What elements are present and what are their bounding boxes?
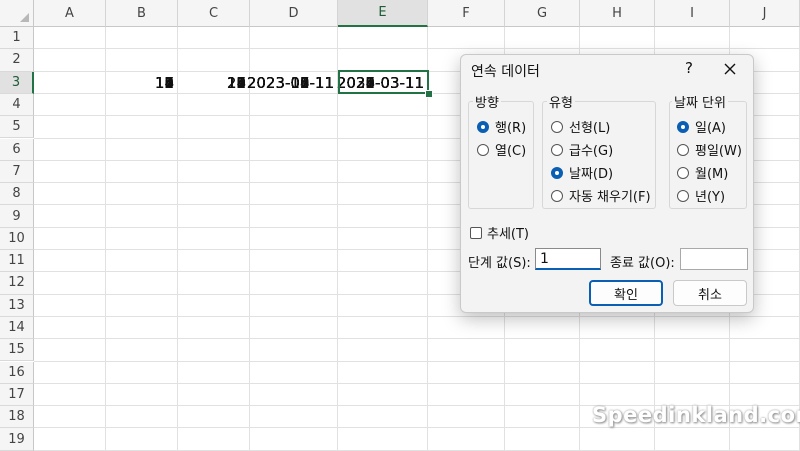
cancel-button[interactable]: 취소 bbox=[673, 280, 747, 306]
fill-handle[interactable] bbox=[425, 90, 433, 98]
close-button[interactable] bbox=[719, 58, 741, 80]
unit-option-year-label: 년(Y) bbox=[695, 190, 726, 205]
row-header-10[interactable]: 10 bbox=[0, 227, 34, 250]
stop-value-input[interactable] bbox=[680, 248, 748, 270]
column-header-a[interactable]: A bbox=[34, 0, 106, 27]
row-header-17[interactable]: 17 bbox=[0, 383, 34, 407]
radio-year[interactable] bbox=[677, 189, 689, 202]
row-header-2[interactable]: 2 bbox=[0, 49, 34, 72]
direction-option-row-label: 행(R) bbox=[495, 121, 527, 136]
active-cell-border[interactable] bbox=[338, 70, 429, 94]
date-unit-group-label: 날짜 단위 bbox=[672, 92, 728, 111]
unit-option-month-label: 월(M) bbox=[695, 167, 729, 182]
trend-checkbox[interactable] bbox=[470, 226, 482, 239]
column-header-e[interactable]: E bbox=[338, 0, 428, 27]
select-all-triangle-icon bbox=[20, 13, 29, 22]
row-header-1[interactable]: 1 bbox=[0, 27, 34, 50]
grid-hline bbox=[34, 48, 800, 50]
row-header-5[interactable]: 5 bbox=[0, 116, 34, 139]
type-option-growth-label: 급수(G) bbox=[569, 144, 614, 159]
grid-hline bbox=[34, 315, 800, 317]
stop-value-label: 종료 값(O): bbox=[610, 256, 675, 271]
radio-linear[interactable] bbox=[551, 120, 563, 133]
grid-hline bbox=[34, 338, 800, 340]
row-header-12[interactable]: 12 bbox=[0, 272, 34, 295]
radio-growth[interactable] bbox=[551, 143, 563, 156]
radio-date[interactable] bbox=[551, 166, 563, 179]
cell-d12[interactable]: 2023-12-11 bbox=[247, 72, 338, 94]
radio-month[interactable] bbox=[677, 166, 689, 179]
column-header-h[interactable]: H bbox=[580, 0, 655, 27]
unit-option-day[interactable]: 일(A) bbox=[677, 117, 726, 136]
select-all-corner[interactable] bbox=[0, 0, 34, 27]
type-option-autofill-label: 자동 채우기(F) bbox=[569, 190, 651, 205]
step-value-label: 단계 값(S): bbox=[468, 256, 531, 271]
type-option-linear[interactable]: 선형(L) bbox=[551, 117, 610, 136]
grid-hline bbox=[34, 382, 800, 384]
type-option-linear-label: 선형(L) bbox=[569, 121, 611, 136]
type-option-growth[interactable]: 급수(G) bbox=[551, 140, 613, 159]
row-header-15[interactable]: 15 bbox=[0, 339, 34, 362]
row-header-6[interactable]: 6 bbox=[0, 138, 34, 161]
column-header-f[interactable]: F bbox=[428, 0, 505, 27]
unit-option-weekday-label: 평일(W) bbox=[695, 144, 742, 159]
radio-weekday[interactable] bbox=[677, 143, 689, 156]
type-option-autofill[interactable]: 자동 채우기(F) bbox=[551, 186, 651, 205]
ok-button[interactable]: 확인 bbox=[589, 280, 663, 306]
column-header-b[interactable]: B bbox=[106, 0, 178, 27]
trend-checkbox-row[interactable]: 추세(T) bbox=[470, 223, 529, 242]
radio-column[interactable] bbox=[477, 143, 489, 156]
direction-option-column-label: 열(C) bbox=[495, 144, 527, 159]
close-icon bbox=[724, 63, 736, 75]
column-header-j[interactable]: J bbox=[730, 0, 800, 27]
row-header-14[interactable]: 14 bbox=[0, 316, 34, 340]
cell-b19[interactable]: 17 bbox=[106, 72, 178, 94]
unit-option-month[interactable]: 월(M) bbox=[677, 163, 728, 182]
dialog-title: 연속 데이터 bbox=[471, 64, 540, 80]
watermark: Speedinkland.com bbox=[592, 403, 800, 427]
row-header-3[interactable]: 3 bbox=[0, 71, 34, 94]
row-header-18[interactable]: 18 bbox=[0, 406, 34, 429]
row-header-9[interactable]: 9 bbox=[0, 205, 34, 228]
row-header-8[interactable]: 8 bbox=[0, 183, 34, 206]
radio-day[interactable] bbox=[677, 120, 689, 133]
type-option-date[interactable]: 날짜(D) bbox=[551, 163, 613, 182]
radio-autofill[interactable] bbox=[551, 189, 563, 202]
series-dialog: 연속 데이터 ? 방향 행(R) 열(C) 유형 선형(L) 급수(G) 날짜(… bbox=[460, 54, 754, 313]
unit-option-weekday[interactable]: 평일(W) bbox=[677, 140, 742, 159]
column-header-d[interactable]: D bbox=[250, 0, 338, 27]
direction-option-column[interactable]: 열(C) bbox=[477, 140, 526, 159]
unit-option-day-label: 일(A) bbox=[695, 121, 726, 136]
help-button[interactable]: ? bbox=[681, 59, 697, 77]
row-header-13[interactable]: 13 bbox=[0, 294, 34, 317]
column-header-i[interactable]: I bbox=[655, 0, 730, 27]
column-header-g[interactable]: G bbox=[505, 0, 580, 27]
grid-hline bbox=[34, 360, 800, 362]
trend-label: 추세(T) bbox=[487, 227, 530, 242]
step-value-input[interactable]: 1 bbox=[535, 248, 601, 270]
type-group-label: 유형 bbox=[547, 92, 575, 111]
row-header-7[interactable]: 7 bbox=[0, 160, 34, 184]
row-header-4[interactable]: 4 bbox=[0, 93, 34, 117]
type-option-date-label: 날짜(D) bbox=[569, 167, 614, 182]
row-header-11[interactable]: 11 bbox=[0, 250, 34, 273]
row-header-19[interactable]: 19 bbox=[0, 428, 34, 451]
direction-group-label: 방향 bbox=[473, 92, 501, 111]
cell-c19[interactable]: 23 bbox=[178, 72, 250, 94]
unit-option-year[interactable]: 년(Y) bbox=[677, 186, 725, 205]
grid-hline bbox=[34, 427, 800, 429]
column-header-c[interactable]: C bbox=[178, 0, 250, 27]
row-header-16[interactable]: 16 bbox=[0, 361, 34, 384]
direction-option-row[interactable]: 행(R) bbox=[477, 117, 526, 136]
radio-row[interactable] bbox=[477, 120, 489, 133]
